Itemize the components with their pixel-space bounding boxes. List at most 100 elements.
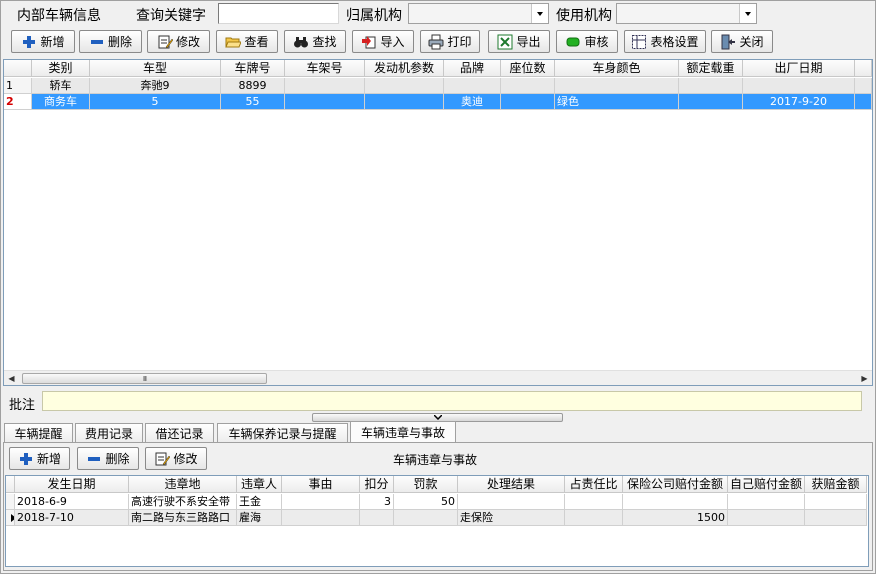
column-header[interactable]: 自己赔付金额 bbox=[728, 476, 805, 493]
column-header[interactable]: 事由 bbox=[282, 476, 360, 493]
cell-date[interactable]: 2018-6-9 bbox=[15, 494, 129, 510]
cell-points[interactable] bbox=[360, 510, 394, 526]
cell-violator[interactable]: 雇海 bbox=[237, 510, 282, 526]
cell-location[interactable]: 高速行驶不系安全带 bbox=[129, 494, 237, 510]
table-row[interactable]: 1 轿车 奔驰9 8899 bbox=[4, 78, 872, 94]
column-header[interactable]: 类别 bbox=[32, 60, 90, 77]
cell-self-payout[interactable] bbox=[728, 494, 805, 510]
cell-self-payout[interactable] bbox=[728, 510, 805, 526]
cell-brand[interactable]: 奥迪 bbox=[444, 94, 501, 110]
cell-insurance-payout[interactable] bbox=[623, 494, 728, 510]
table-row[interactable]: 2018-6-9 高速行驶不系安全带 王金 3 50 bbox=[6, 494, 867, 510]
cell-engine[interactable] bbox=[365, 78, 444, 94]
tab-violations-accidents[interactable]: 车辆违章与事故 bbox=[350, 421, 456, 443]
cell-load[interactable] bbox=[679, 78, 743, 94]
cell-fine[interactable]: 50 bbox=[394, 494, 458, 510]
cell-liability-ratio[interactable] bbox=[565, 494, 623, 510]
cell-frame-number[interactable] bbox=[285, 94, 365, 110]
column-header[interactable]: 违章地 bbox=[129, 476, 237, 493]
violation-edit-button[interactable]: 修改 bbox=[145, 447, 207, 470]
cell-color[interactable]: 绿色 bbox=[555, 94, 679, 110]
column-header[interactable]: 发动机参数 bbox=[365, 60, 444, 77]
cell-manufacture-date[interactable]: 2017-9-20 bbox=[743, 94, 855, 110]
violations-grid[interactable]: 发生日期 违章地 违章人 事由 扣分 罚款 处理结果 占责任比 保险公司赔付金额… bbox=[5, 475, 869, 567]
scroll-left-icon[interactable]: ◀ bbox=[4, 371, 19, 385]
column-header[interactable]: 占责任比 bbox=[565, 476, 623, 493]
table-row[interactable]: 2 商务车 5 55 奥迪 绿色 2017-9-20 bbox=[4, 94, 872, 110]
cell-model[interactable]: 5 bbox=[90, 94, 221, 110]
cell-points[interactable]: 3 bbox=[360, 494, 394, 510]
cell-reason[interactable] bbox=[282, 510, 360, 526]
column-header[interactable]: 获赔金额 bbox=[805, 476, 867, 493]
close-button[interactable]: 关闭 bbox=[711, 30, 773, 53]
column-header[interactable]: 车牌号 bbox=[221, 60, 285, 77]
cell-manufacture-date[interactable] bbox=[743, 78, 855, 94]
cell-violator[interactable]: 王金 bbox=[237, 494, 282, 510]
column-header[interactable]: 车型 bbox=[90, 60, 221, 77]
cell-result[interactable]: 走保险 bbox=[458, 510, 565, 526]
chevron-down-icon[interactable] bbox=[531, 4, 548, 23]
column-header[interactable]: 保险公司赔付金额 bbox=[623, 476, 728, 493]
tab-borrow-return-records[interactable]: 借还记录 bbox=[145, 423, 214, 443]
table-row[interactable]: 2018-7-10 南二路与东三路路口 雇海 走保险 1500 bbox=[6, 510, 867, 526]
column-header[interactable]: 品牌 bbox=[444, 60, 501, 77]
cell-seats[interactable] bbox=[501, 94, 555, 110]
cell-liability-ratio[interactable] bbox=[565, 510, 623, 526]
cell-compensation[interactable] bbox=[805, 510, 867, 526]
audit-button-label: 审核 bbox=[584, 35, 609, 49]
violations-section-title: 车辆违章与事故 bbox=[393, 453, 478, 467]
column-header[interactable]: 车身颜色 bbox=[555, 60, 679, 77]
cell-seats[interactable] bbox=[501, 78, 555, 94]
column-header[interactable]: 处理结果 bbox=[458, 476, 565, 493]
vehicle-grid[interactable]: 类别 车型 车牌号 车架号 发动机参数 品牌 座位数 车身颜色 额定载重 出厂日… bbox=[3, 59, 873, 386]
column-header[interactable]: 车架号 bbox=[285, 60, 365, 77]
vehicle-grid-hscrollbar[interactable]: ◀ III ▶ bbox=[4, 370, 872, 385]
column-header[interactable]: 扣分 bbox=[360, 476, 394, 493]
violation-delete-button[interactable]: 删除 bbox=[77, 447, 139, 470]
tab-expense-records[interactable]: 费用记录 bbox=[75, 423, 143, 443]
cell-color[interactable] bbox=[555, 78, 679, 94]
table-settings-button[interactable]: 表格设置 bbox=[624, 30, 706, 53]
violation-add-button[interactable]: 新增 bbox=[9, 447, 70, 470]
tab-vehicle-reminder[interactable]: 车辆提醒 bbox=[4, 423, 73, 443]
scroll-thumb[interactable]: III bbox=[22, 373, 267, 384]
cell-fine[interactable] bbox=[394, 510, 458, 526]
owner-org-select[interactable] bbox=[408, 3, 549, 24]
keyword-input[interactable] bbox=[218, 3, 339, 24]
view-button[interactable]: 查看 bbox=[216, 30, 278, 53]
column-header[interactable]: 座位数 bbox=[501, 60, 555, 77]
add-button[interactable]: 新增 bbox=[11, 30, 75, 53]
print-button[interactable]: 打印 bbox=[420, 30, 480, 53]
find-button[interactable]: 查找 bbox=[284, 30, 346, 53]
cell-frame-number[interactable] bbox=[285, 78, 365, 94]
cell-category[interactable]: 商务车 bbox=[32, 94, 90, 110]
tab-maintenance-records[interactable]: 车辆保养记录与提醒 bbox=[217, 423, 348, 443]
import-button[interactable]: 导入 bbox=[352, 30, 414, 53]
column-header[interactable]: 违章人 bbox=[237, 476, 282, 493]
edit-button[interactable]: 修改 bbox=[147, 30, 210, 53]
cell-model[interactable]: 奔驰9 bbox=[90, 78, 221, 94]
column-header[interactable]: 发生日期 bbox=[15, 476, 129, 493]
export-button[interactable]: 导出 bbox=[488, 30, 550, 53]
delete-button[interactable]: 删除 bbox=[79, 30, 142, 53]
column-header[interactable]: 出厂日期 bbox=[743, 60, 855, 77]
cell-date[interactable]: 2018-7-10 bbox=[15, 510, 129, 526]
user-org-select[interactable] bbox=[616, 3, 757, 24]
cell-reason[interactable] bbox=[282, 494, 360, 510]
audit-button[interactable]: 审核 bbox=[556, 30, 618, 53]
cell-insurance-payout[interactable]: 1500 bbox=[623, 510, 728, 526]
column-header[interactable]: 额定载重 bbox=[679, 60, 743, 77]
cell-engine[interactable] bbox=[365, 94, 444, 110]
cell-load[interactable] bbox=[679, 94, 743, 110]
cell-brand[interactable] bbox=[444, 78, 501, 94]
cell-location[interactable]: 南二路与东三路路口 bbox=[129, 510, 237, 526]
cell-plate[interactable]: 55 bbox=[221, 94, 285, 110]
cell-result[interactable] bbox=[458, 494, 565, 510]
cell-category[interactable]: 轿车 bbox=[32, 78, 90, 94]
column-header[interactable]: 罚款 bbox=[394, 476, 458, 493]
cell-compensation[interactable] bbox=[805, 494, 867, 510]
remark-input[interactable] bbox=[42, 391, 862, 411]
chevron-down-icon[interactable] bbox=[739, 4, 756, 23]
scroll-right-icon[interactable]: ▶ bbox=[857, 371, 872, 385]
cell-plate[interactable]: 8899 bbox=[221, 78, 285, 94]
